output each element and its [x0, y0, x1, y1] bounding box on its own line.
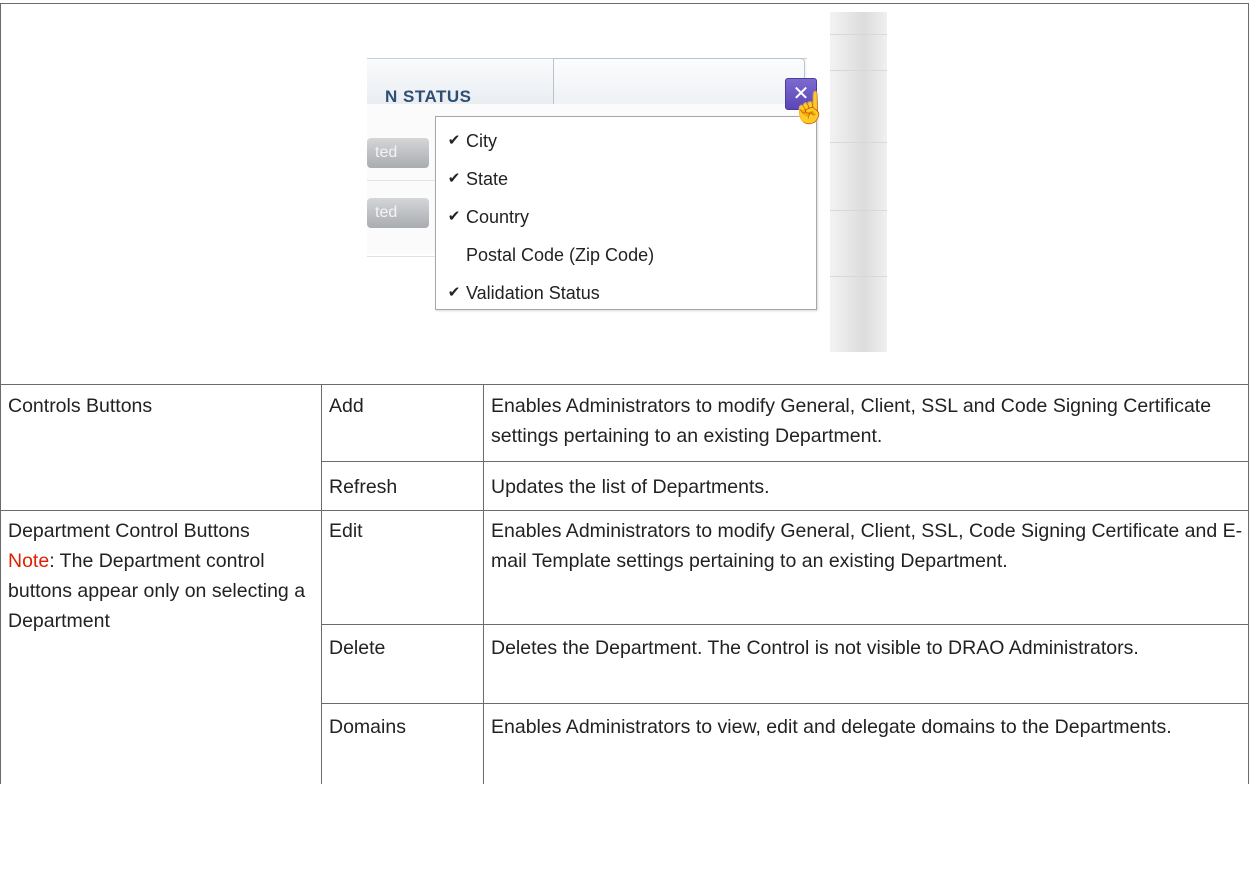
description: Deletes the Department. The Control is n…	[491, 637, 1139, 659]
button-name: Domains	[329, 716, 406, 738]
menu-item-city[interactable]: ✔ City	[436, 122, 816, 160]
column-chooser-screenshot: N STATUS ted ted ✔ City ✔ State ✔ Countr…	[367, 12, 887, 352]
status-pill: ted	[367, 138, 429, 168]
button-name-cell: Refresh	[321, 461, 484, 511]
description: Updates the list of Departments.	[491, 476, 770, 498]
group-cell-department: Department Control Buttons Note: The Dep…	[0, 510, 322, 784]
description-cell: Updates the list of Departments.	[482, 461, 1250, 511]
screenshot-cell: N STATUS ted ted ✔ City ✔ State ✔ Countr…	[0, 3, 1250, 385]
shadow-line	[830, 70, 887, 71]
button-name-cell: Edit	[321, 510, 484, 625]
status-pill: ted	[367, 198, 429, 228]
menu-item-label: State	[466, 169, 509, 189]
checkmark-icon: ✔	[447, 208, 461, 225]
description-cell: Enables Administrators to modify General…	[482, 384, 1250, 462]
button-name: Delete	[329, 637, 386, 659]
note-label: Note	[8, 550, 50, 572]
note-text: : The Department control buttons appear …	[8, 550, 306, 632]
shadow-line	[830, 210, 887, 211]
button-name: Add	[329, 395, 364, 417]
description-cell: Enables Administrators to modify General…	[482, 510, 1250, 625]
menu-item-label: Country	[466, 207, 530, 227]
menu-item-label: Postal Code (Zip Code)	[466, 245, 655, 265]
menu-item-label: Validation Status	[466, 283, 600, 303]
description-cell: Deletes the Department. The Control is n…	[482, 624, 1250, 704]
description: Enables Administrators to modify General…	[491, 395, 1212, 447]
shadow-line	[830, 142, 887, 143]
checkmark-icon: ✔	[447, 132, 461, 149]
checkmark-icon: ✔	[447, 170, 461, 187]
menu-item-country[interactable]: ✔ Country	[436, 198, 816, 236]
group-cell-controls: Controls Buttons	[0, 384, 322, 511]
checkmark-icon: ✔	[447, 284, 461, 301]
menu-item-validation-status[interactable]: ✔ Validation Status	[436, 274, 816, 312]
shadow-line	[830, 276, 887, 277]
menu-item-postal-code[interactable]: Postal Code (Zip Code)	[436, 236, 816, 274]
description: Enables Administrators to view, edit and…	[491, 716, 1172, 738]
button-name-cell: Add	[321, 384, 484, 462]
group-label: Controls Buttons	[8, 395, 153, 417]
settings-table: N STATUS ted ted ✔ City ✔ State ✔ Countr…	[0, 3, 1250, 784]
scroll-shadow	[830, 12, 887, 352]
description: Enables Administrators to modify General…	[491, 520, 1243, 572]
grid-header-cell	[553, 58, 805, 105]
shadow-line	[830, 34, 887, 35]
description-cell: Enables Administrators to view, edit and…	[482, 703, 1250, 784]
hand-pointer-icon: ☝	[791, 92, 829, 125]
menu-item-state[interactable]: ✔ State	[436, 160, 816, 198]
menu-item-label: City	[466, 131, 497, 151]
column-chooser-menu[interactable]: ✔ City ✔ State ✔ Country Postal Code (Zi…	[435, 116, 817, 310]
button-name-cell: Delete	[321, 624, 484, 704]
button-name: Refresh	[329, 476, 398, 498]
group-label: Department Control Buttons	[8, 520, 250, 542]
button-name-cell: Domains	[321, 703, 484, 784]
button-name: Edit	[329, 520, 363, 542]
